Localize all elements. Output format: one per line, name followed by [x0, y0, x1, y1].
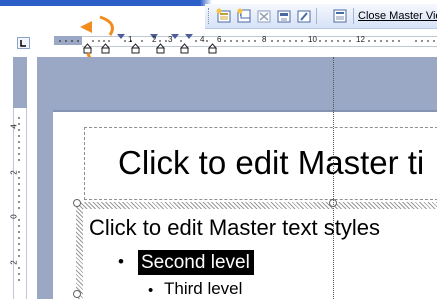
master-title-text[interactable]: Click to edit Master ti [118, 144, 424, 182]
ruler-number: 4 [9, 124, 19, 129]
ruler-number: 6 [217, 35, 222, 44]
body-level2-text-selected[interactable]: Second level [138, 250, 254, 275]
vertical-ruler-marks [18, 117, 20, 281]
level3-bullet: • [148, 282, 154, 299]
ruler-number: 2 [9, 170, 19, 175]
horizontal-ruler-marks [59, 34, 435, 54]
ruler-number: 8 [262, 35, 267, 44]
ruler-number: 4 [200, 35, 205, 44]
ruler-number: 2 [9, 260, 19, 265]
level2-bullet: • [118, 252, 124, 271]
ruler-number: 0 [9, 214, 19, 219]
resize-handle[interactable] [73, 199, 81, 207]
ruler-number: 12 [356, 35, 365, 44]
body-level1-text[interactable]: Click to edit Master text styles [89, 215, 380, 241]
ruler-number: 10 [308, 35, 317, 44]
body-level3-text[interactable]: Third level [164, 279, 242, 299]
resize-handle[interactable] [73, 290, 81, 298]
vertical-guide[interactable] [333, 57, 334, 299]
